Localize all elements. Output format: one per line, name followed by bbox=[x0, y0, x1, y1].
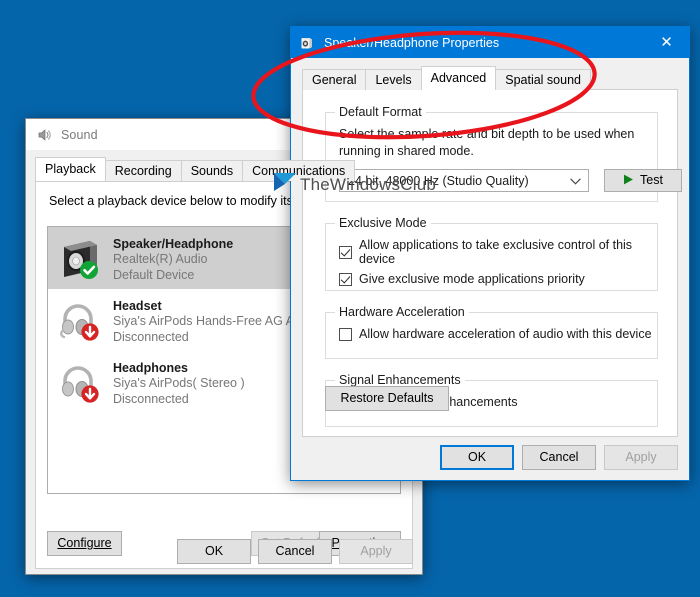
tab-recording[interactable]: Recording bbox=[104, 160, 182, 181]
properties-apply-label: Apply bbox=[625, 450, 657, 465]
exclusive-control-label: Allow applications to take exclusive con… bbox=[359, 238, 633, 266]
headphones-icon bbox=[56, 359, 104, 407]
test-button-label: Test bbox=[640, 173, 663, 188]
exclusive-mode-legend: Exclusive Mode bbox=[335, 216, 431, 230]
hardware-acceleration-checkbox-row[interactable]: Allow hardware acceleration of audio wit… bbox=[339, 327, 652, 341]
properties-ok-button[interactable]: OK bbox=[440, 445, 514, 470]
restore-defaults-label: Restore Defaults bbox=[340, 391, 434, 406]
exclusive-mode-group: Exclusive Mode Allow applications to tak… bbox=[325, 216, 658, 292]
chevron-down-icon bbox=[570, 174, 581, 188]
tab-levels[interactable]: Levels bbox=[365, 69, 422, 90]
tab-sounds-label: Sounds bbox=[190, 163, 234, 178]
device-name: Headset bbox=[113, 299, 162, 313]
configure-button-label: Configure bbox=[57, 536, 112, 551]
tab-recording-label: Recording bbox=[114, 163, 172, 178]
device-driver: Siya's AirPods( Stereo ) bbox=[113, 376, 245, 391]
exclusive-control-checkbox-row[interactable]: Allow applications to take exclusive con… bbox=[339, 238, 657, 266]
sound-ok-button[interactable]: OK bbox=[177, 539, 251, 564]
list-item-text: Headset Siya's AirPods Hands-Free AG Aud… bbox=[113, 297, 311, 345]
sound-apply-button[interactable]: Apply bbox=[339, 539, 413, 564]
close-icon[interactable]: ✕ bbox=[644, 27, 689, 57]
tab-general-label: General bbox=[312, 72, 357, 87]
speaker-box-icon bbox=[56, 235, 104, 283]
speaker-icon bbox=[36, 127, 52, 143]
properties-titlebar: Speaker/Headphone Properties ✕ bbox=[291, 27, 689, 58]
tab-communications-label: Communications bbox=[252, 163, 346, 178]
tab-levels-label: Levels bbox=[375, 72, 412, 87]
default-format-group: Default Format Select the sample rate an… bbox=[325, 105, 682, 202]
exclusive-priority-label: Give exclusive mode applications priorit… bbox=[359, 272, 585, 286]
properties-cancel-button[interactable]: Cancel bbox=[522, 445, 596, 470]
headset-icon bbox=[56, 297, 104, 345]
tab-playback-label: Playback bbox=[45, 162, 96, 177]
signal-enhancements-legend: Signal Enhancements bbox=[335, 373, 465, 387]
properties-window-footer: OK Cancel Apply bbox=[440, 445, 678, 470]
tab-spatial-sound[interactable]: Spatial sound bbox=[495, 69, 591, 90]
tab-spatial-sound-label: Spatial sound bbox=[505, 72, 581, 87]
properties-cancel-label: Cancel bbox=[539, 450, 579, 465]
properties-tab-strip: General Levels Advanced Spatial sound bbox=[302, 66, 591, 90]
hardware-acceleration-group: Hardware Acceleration Allow hardware acc… bbox=[325, 305, 658, 359]
advanced-tab-panel: Default Format Select the sample rate an… bbox=[302, 89, 682, 437]
default-format-selected-value: 24 bit, 48000 Hz (Studio Quality) bbox=[348, 173, 529, 188]
hardware-acceleration-checkbox[interactable] bbox=[339, 327, 352, 341]
tab-communications[interactable]: Communications bbox=[242, 160, 356, 181]
device-status: Disconnected bbox=[113, 329, 189, 344]
hardware-acceleration-label: Allow hardware acceleration of audio wit… bbox=[359, 327, 652, 341]
sound-apply-label: Apply bbox=[360, 544, 392, 559]
default-format-select[interactable]: 24 bit, 48000 Hz (Studio Quality) bbox=[339, 169, 589, 192]
exclusive-control-checkbox[interactable] bbox=[339, 245, 352, 259]
default-format-description: Select the sample rate and bit depth to … bbox=[339, 127, 635, 158]
tab-sounds[interactable]: Sounds bbox=[180, 160, 244, 181]
exclusive-mode-options: Allow applications to take exclusive con… bbox=[339, 238, 657, 292]
properties-window-body: General Levels Advanced Spatial sound De… bbox=[291, 58, 689, 480]
sound-window-footer: OK Cancel Apply bbox=[177, 539, 413, 564]
hardware-acceleration-legend: Hardware Acceleration bbox=[335, 305, 469, 319]
tab-playback[interactable]: Playback bbox=[35, 157, 106, 181]
sound-window-title: Sound bbox=[61, 127, 98, 142]
sound-cancel-button[interactable]: Cancel bbox=[258, 539, 332, 564]
sound-tab-strip: Playback Recording Sounds Communications bbox=[35, 157, 356, 181]
list-item-text: Headphones Siya's AirPods( Stereo ) Disc… bbox=[113, 359, 245, 407]
properties-apply-button[interactable]: Apply bbox=[604, 445, 678, 470]
device-name: Headphones bbox=[113, 361, 189, 375]
device-driver: Siya's AirPods Hands-Free AG Audi bbox=[113, 314, 311, 329]
sound-cancel-label: Cancel bbox=[275, 544, 315, 559]
list-item-text: Speaker/Headphone Realtek(R) Audio Defau… bbox=[113, 235, 233, 283]
tab-advanced[interactable]: Advanced bbox=[420, 66, 497, 90]
speaker-headphone-properties-window: Speaker/Headphone Properties ✕ General L… bbox=[290, 26, 690, 481]
configure-button[interactable]: Configure bbox=[47, 531, 122, 556]
tab-advanced-label: Advanced bbox=[430, 71, 487, 86]
exclusive-priority-checkbox[interactable] bbox=[339, 272, 352, 286]
properties-window-title: Speaker/Headphone Properties bbox=[324, 35, 500, 50]
hardware-acceleration-options: Allow hardware acceleration of audio wit… bbox=[339, 327, 652, 341]
play-icon bbox=[623, 174, 634, 188]
exclusive-priority-checkbox-row[interactable]: Give exclusive mode applications priorit… bbox=[339, 272, 657, 286]
device-name: Speaker/Headphone bbox=[113, 237, 234, 251]
tab-general[interactable]: General bbox=[302, 69, 367, 90]
test-button[interactable]: Test bbox=[604, 169, 682, 192]
device-status: Default Device bbox=[113, 267, 195, 282]
speaker-icon bbox=[299, 35, 315, 51]
sound-ok-label: OK bbox=[204, 544, 224, 559]
properties-ok-label: OK bbox=[467, 450, 487, 465]
restore-defaults-button[interactable]: Restore Defaults bbox=[325, 386, 449, 411]
device-driver: Realtek(R) Audio bbox=[113, 252, 208, 267]
desktop-background: Sound Playback Recording Sounds Communic… bbox=[0, 0, 700, 597]
default-format-legend: Default Format bbox=[335, 105, 426, 119]
device-status: Disconnected bbox=[113, 391, 189, 406]
